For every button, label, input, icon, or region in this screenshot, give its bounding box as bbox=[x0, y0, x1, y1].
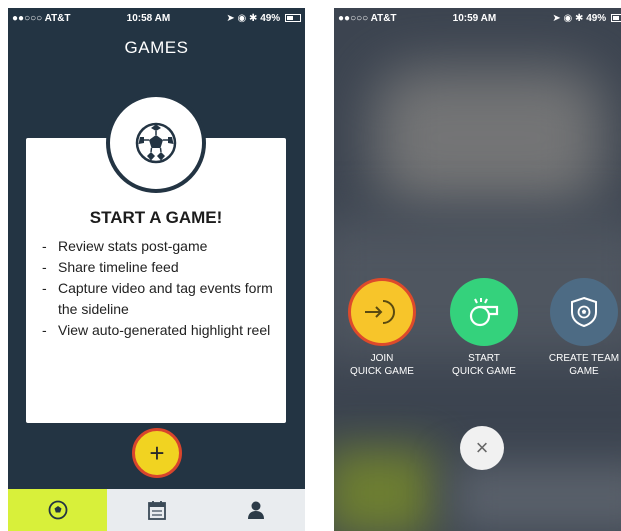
create-team-game-label: CREATE TEAM GAME bbox=[548, 353, 620, 377]
list-item: Review stats post-game bbox=[42, 236, 282, 257]
tab-schedule[interactable] bbox=[107, 489, 206, 531]
soccer-ball-badge bbox=[106, 93, 206, 193]
add-game-button[interactable]: + bbox=[132, 428, 182, 478]
page-title: GAMES bbox=[124, 38, 189, 57]
close-icon: × bbox=[475, 435, 489, 460]
status-right: ➤ ◉ ✱ 49% bbox=[226, 13, 301, 24]
alarm-icon: ◉ bbox=[237, 12, 247, 24]
time-label: 10:59 AM bbox=[452, 12, 497, 24]
whistle-icon bbox=[469, 298, 499, 327]
carrier-label: ●●○○○ AT&T bbox=[12, 12, 71, 24]
list-item: Capture video and tag events form the si… bbox=[42, 278, 282, 320]
battery-percent: 49% bbox=[586, 12, 607, 24]
battery-icon bbox=[610, 13, 621, 22]
join-quick-game-circle[interactable] bbox=[348, 278, 416, 346]
create-team-game-circle[interactable] bbox=[550, 278, 618, 346]
person-icon bbox=[247, 501, 264, 519]
feature-list: Review stats post-game Share timeline fe… bbox=[42, 236, 282, 341]
quick-action-screen: ●●○○○ AT&T 10:59 AM ➤ ◉ ✱ 49% JOIN QUICK… bbox=[334, 8, 621, 531]
list-item: Share timeline feed bbox=[42, 257, 282, 278]
status-right: ➤ ◉ ✱ 49% bbox=[552, 13, 621, 24]
soccer-ball-icon bbox=[48, 500, 67, 520]
location-icon: ➤ bbox=[226, 12, 235, 24]
bluetooth-icon: ✱ bbox=[575, 12, 584, 24]
games-screen: ●●○○○ AT&T 10:58 AM ➤ ◉ ✱ 49% GAMES STAR… bbox=[8, 8, 305, 531]
battery-icon bbox=[284, 13, 301, 22]
tab-profile[interactable] bbox=[206, 489, 305, 531]
join-arrow-icon bbox=[365, 300, 395, 324]
carrier-label: ●●○○○ AT&T bbox=[338, 12, 397, 24]
soccer-ball-icon bbox=[135, 122, 177, 164]
start-quick-game-button[interactable]: START QUICK GAME bbox=[434, 278, 534, 378]
list-item: View auto-generated highlight reel bbox=[42, 320, 282, 341]
tab-games[interactable] bbox=[8, 489, 107, 531]
status-bar: ●●○○○ AT&T 10:58 AM ➤ ◉ ✱ 49% bbox=[8, 8, 305, 28]
location-icon: ➤ bbox=[552, 12, 561, 24]
tab-bar bbox=[8, 489, 305, 531]
battery-percent: 49% bbox=[260, 12, 281, 24]
close-button[interactable]: × bbox=[460, 426, 504, 470]
calendar-icon bbox=[147, 501, 166, 520]
start-quick-game-label: START QUICK GAME bbox=[452, 353, 516, 377]
join-quick-game-button[interactable]: JOIN QUICK GAME bbox=[334, 278, 432, 378]
card-heading: START A GAME! bbox=[89, 208, 223, 227]
join-quick-game-label: JOIN QUICK GAME bbox=[350, 353, 414, 377]
status-bar: ●●○○○ AT&T 10:59 AM ➤ ◉ ✱ 49% bbox=[334, 8, 621, 28]
bluetooth-icon: ✱ bbox=[249, 12, 258, 24]
create-team-game-button[interactable]: CREATE TEAM GAME bbox=[534, 278, 621, 378]
start-quick-game-circle[interactable] bbox=[450, 278, 518, 346]
team-shield-icon bbox=[571, 296, 597, 328]
time-label: 10:58 AM bbox=[126, 12, 171, 24]
alarm-icon: ◉ bbox=[563, 12, 573, 24]
